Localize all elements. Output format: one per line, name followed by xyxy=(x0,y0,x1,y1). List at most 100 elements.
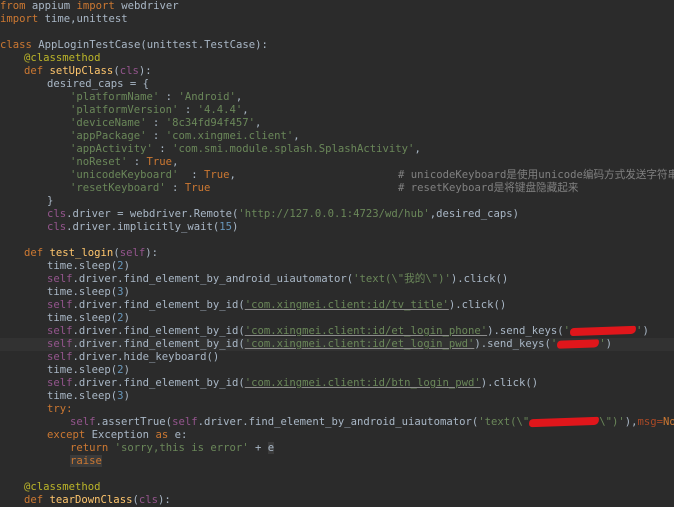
code-line-15: 'resetKeyboard' : True # resetKeyboard是将键… xyxy=(0,182,674,195)
paren-close-colon: ): xyxy=(157,494,171,506)
value-none: None xyxy=(663,416,674,428)
cap-sep: : xyxy=(152,143,173,155)
fn-test-login: test_login xyxy=(49,247,114,259)
id-btn-login-pwd: 'com.xingmei.client:id/btn_login_pwd' xyxy=(244,377,481,389)
decorator-classmethod: @classmethod xyxy=(24,481,101,493)
cap-key: 'deviceName' xyxy=(70,117,147,129)
error-string: 'sorry,this is error' xyxy=(114,442,249,454)
text-open: 'text(\" xyxy=(478,416,530,428)
uiautomator-text: 'text(\"我的\")' xyxy=(353,273,451,285)
id-tv-title: 'com.xingmei.client:id/tv_title' xyxy=(244,299,449,311)
cap-value: '4.4.4' xyxy=(197,104,243,116)
paren-close: ) xyxy=(123,286,130,298)
paren-close: ) xyxy=(605,338,613,350)
fn-teardown: tearDownClass xyxy=(49,494,133,506)
paren-close: ) xyxy=(123,260,130,272)
paren-close: ) xyxy=(123,312,130,324)
remote-url: 'http://127.0.0.1:4723/wd/hub' xyxy=(238,208,430,220)
code-line-20: def test_login(self): xyxy=(0,247,674,260)
self-ref: self xyxy=(47,338,73,350)
cap-value: 'com.smi.module.splash.SplashActivity' xyxy=(172,143,415,155)
cap-end: , xyxy=(242,104,249,116)
kw-from: from xyxy=(0,0,26,12)
cap-key: 'noReset' xyxy=(70,156,128,168)
sleep-call: time.sleep( xyxy=(47,390,118,402)
cap-key: 'appPackage' xyxy=(70,130,147,142)
cap-end: , xyxy=(293,130,300,142)
kw-def: def xyxy=(24,494,44,506)
code-line-33: self.assertTrue(self.driver.find_element… xyxy=(0,416,674,429)
cap-value: 'Android' xyxy=(178,91,236,103)
cap-sep: : xyxy=(146,130,166,142)
redaction-mark xyxy=(529,416,600,428)
code-line-39: def tearDownClass(cls): xyxy=(0,494,674,507)
code-line-10: 'deviceName' : '8c34fd94f457', xyxy=(0,117,674,130)
cap-sep: : xyxy=(127,156,147,168)
cap-end: , xyxy=(172,156,179,168)
cap-value: True xyxy=(203,169,230,181)
click-call: ).click() xyxy=(450,273,509,285)
code-line-7: desired_caps = { xyxy=(0,78,674,91)
decorator-classmethod: @classmethod xyxy=(24,52,101,64)
find-by-id-call: .driver.find_element_by_id( xyxy=(72,377,245,389)
kw-try: try: xyxy=(47,403,73,415)
uiautomator-call: .driver.find_element_by_android_uiautoma… xyxy=(197,416,479,428)
find-by-id-call: .driver.find_element_by_id( xyxy=(72,299,245,311)
hide-keyboard-call: .driver.hide_keyboard() xyxy=(72,351,220,363)
paren-close: ) xyxy=(231,221,239,233)
code-line-12: 'appActivity' : 'com.smi.module.splash.S… xyxy=(0,143,674,156)
kw-def: def xyxy=(24,65,44,77)
code-line-28: self.driver.hide_keyboard() xyxy=(0,351,674,364)
cap-end: , xyxy=(229,169,236,181)
kw-import: import xyxy=(76,0,115,12)
paren-close-colon: ): xyxy=(145,247,158,259)
comment-reset-keyboard: # resetKeyboard是将键盘隐藏起来 xyxy=(398,182,579,194)
paren-close-colon: ): xyxy=(138,65,152,77)
self-ref: self xyxy=(47,325,73,337)
modules-time-unittest: time,unittest xyxy=(38,13,128,25)
kw-class: class xyxy=(0,39,32,51)
paren-close: ) xyxy=(123,364,130,376)
code-line-29: time.sleep(2) xyxy=(0,364,674,377)
cap-key: 'platformVersion' xyxy=(70,104,179,116)
cap-sep: : xyxy=(146,117,166,129)
code-line-38: @classmethod xyxy=(0,481,674,494)
code-line-23: time.sleep(3) xyxy=(0,286,674,299)
var-e: e xyxy=(267,442,275,454)
exception-class: Exception xyxy=(85,429,156,441)
code-line-35: return 'sorry,this is error' + e xyxy=(0,442,674,455)
code-line-16: } xyxy=(0,195,674,208)
desired-caps-open: desired_caps = { xyxy=(47,78,150,90)
cap-key: 'platformName' xyxy=(70,91,160,103)
self-ref: self xyxy=(172,416,198,428)
remote-args: ,desired_caps) xyxy=(429,208,519,220)
code-line-27: self.driver.find_element_by_id('com.xing… xyxy=(0,338,674,351)
code-line-5: @classmethod xyxy=(0,52,674,65)
code-line-34: except Exception as e: xyxy=(0,429,674,442)
code-line-1: from appium import webdriver xyxy=(0,0,674,13)
sleep-call: time.sleep( xyxy=(47,286,118,298)
code-line-25: time.sleep(2) xyxy=(0,312,674,325)
code-line-17: cls.driver = webdriver.Remote('http://12… xyxy=(0,208,674,221)
paren-comma: ), xyxy=(624,416,638,428)
code-line-36: raise xyxy=(0,455,674,468)
code-line-6: def setUpClass(cls): xyxy=(0,65,674,78)
cap-sep: : xyxy=(159,91,179,103)
code-line-26: self.driver.find_element_by_id('com.xing… xyxy=(0,325,674,338)
uiautomator-call: .driver.find_element_by_android_uiautoma… xyxy=(72,273,354,285)
click-call: ).click() xyxy=(448,299,507,311)
paren-close: ) xyxy=(642,325,649,337)
code-line-32: try: xyxy=(0,403,674,416)
code-line-8: 'platformName' : 'Android', xyxy=(0,91,674,104)
send-keys-call: ).send_keys( xyxy=(474,338,551,350)
send-keys-call: ).send_keys( xyxy=(487,325,564,337)
wait-seconds: 15 xyxy=(219,221,232,233)
code-editor[interactable]: from appium import webdriver import time… xyxy=(0,0,674,506)
param-cls: cls xyxy=(119,65,139,77)
class-decl: AppLoginTestCase(unittest.TestCase): xyxy=(31,39,268,51)
find-by-id-call: .driver.find_element_by_id( xyxy=(72,325,245,337)
cls-ref: cls xyxy=(47,208,67,220)
kw-as: as xyxy=(155,429,169,441)
code-line-4: class AppLoginTestCase(unittest.TestCase… xyxy=(0,39,674,52)
find-by-id-call: .driver.find_element_by_id( xyxy=(72,338,245,350)
